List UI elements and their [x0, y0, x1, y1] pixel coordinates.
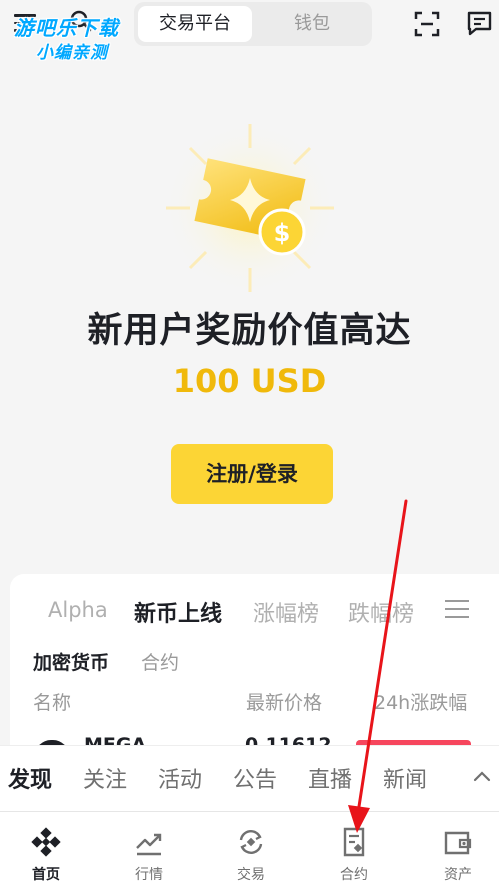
feed-tab-announcements[interactable]: 公告	[233, 762, 277, 794]
subtab-crypto[interactable]: 加密货币	[33, 648, 109, 675]
column-name: 名称	[33, 692, 72, 714]
promo-amount: 100 USD	[172, 362, 327, 400]
nav-home-label: 首页	[32, 867, 60, 883]
top-bar: 游吧乐下载 小编亲测 交易平台 钱包	[0, 0, 499, 63]
wallet-icon	[444, 831, 472, 855]
feed-tab-live[interactable]: 直播	[308, 762, 352, 794]
nav-futures[interactable]: 合约	[304, 812, 404, 892]
nav-trade[interactable]: 交易	[201, 812, 301, 892]
market-tab-alpha[interactable]: Alpha	[48, 598, 108, 622]
subtab-futures[interactable]: 合约	[141, 648, 179, 675]
segment-exchange[interactable]: 交易平台	[138, 6, 252, 42]
trade-swap-icon	[239, 830, 263, 854]
market-more-icon[interactable]	[445, 600, 469, 620]
nav-assets-label: 资产	[444, 867, 472, 883]
nav-markets[interactable]: 行情	[99, 812, 199, 892]
reward-ticket-icon: $	[164, 122, 336, 294]
segment-wallet[interactable]: 钱包	[256, 6, 368, 42]
home-logo-icon	[31, 827, 61, 857]
nav-assets[interactable]: 资产	[408, 812, 499, 892]
platform-switch: 交易平台 钱包	[134, 2, 372, 46]
register-login-button[interactable]: 注册/登录	[171, 444, 333, 504]
market-tab-new-listings[interactable]: 新币上线	[134, 596, 222, 628]
feed-tab-news[interactable]: 新闻	[383, 762, 427, 794]
feed-tab-discover[interactable]: 发现	[8, 762, 52, 794]
chart-trend-icon	[136, 833, 162, 856]
message-icon[interactable]	[466, 10, 493, 37]
watermark-overlay: 游吧乐下载 小编亲测	[6, 10, 146, 63]
watermark-line1: 游吧乐下载	[14, 16, 119, 40]
column-24h-change: 24h涨跌幅	[374, 692, 468, 714]
nav-futures-label: 合约	[340, 867, 368, 883]
feed-tab-events[interactable]: 活动	[158, 762, 202, 794]
market-tab-losers[interactable]: 跌幅榜	[348, 596, 414, 628]
scan-icon[interactable]	[414, 11, 440, 37]
column-last-price: 最新价格	[246, 692, 323, 714]
nav-markets-label: 行情	[135, 867, 163, 883]
svg-text:$: $	[274, 219, 291, 247]
nav-home[interactable]: 首页	[0, 812, 96, 892]
feed-tab-following[interactable]: 关注	[83, 762, 127, 794]
nav-trade-label: 交易	[237, 867, 265, 883]
watermark-line2: 小编亲测	[36, 43, 108, 63]
bottom-nav: 首页 行情 交易 合约 资产	[0, 811, 499, 892]
futures-document-icon	[343, 827, 365, 857]
chevron-up-icon[interactable]	[473, 770, 491, 782]
market-tab-gainers[interactable]: 涨幅榜	[253, 596, 319, 628]
promo-title: 新用户奖励价值高达	[87, 311, 412, 351]
